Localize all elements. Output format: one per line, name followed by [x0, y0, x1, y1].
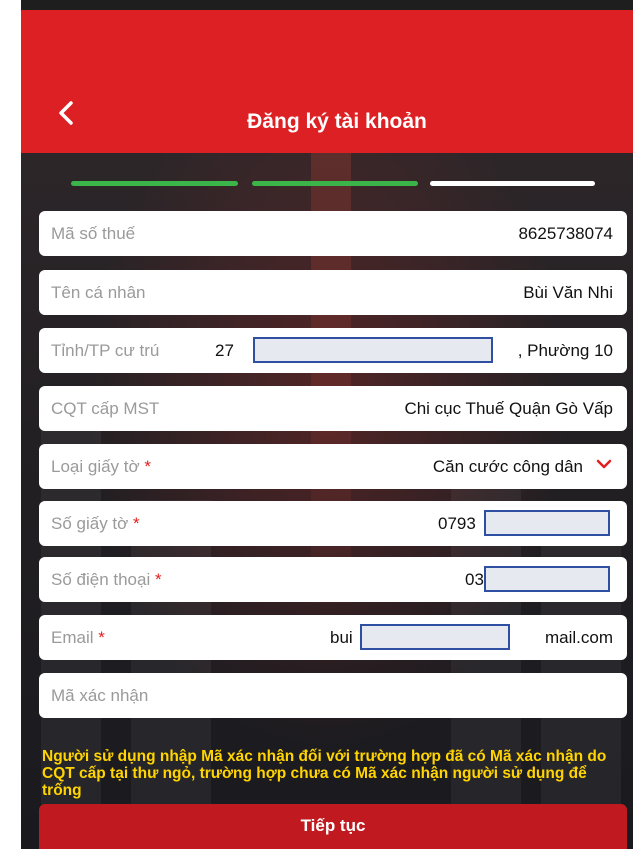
status-bar	[21, 0, 633, 10]
progress-step-3	[430, 181, 595, 186]
residence-value-prefix: 27	[215, 341, 234, 360]
tax-office-label: CQT cấp MST	[51, 399, 160, 418]
required-mark: *	[154, 570, 162, 589]
phone-label: Số điện thoại *	[51, 570, 162, 589]
personal-name-value: Bùi Văn Nhi	[523, 283, 613, 302]
document-number-field[interactable]: Số giấy tờ * 0793	[39, 501, 627, 546]
redaction-box	[253, 337, 493, 363]
continue-button[interactable]: Tiếp tục	[39, 804, 627, 849]
required-mark: *	[133, 514, 140, 533]
progress-step-2	[252, 181, 418, 186]
personal-name-field[interactable]: Tên cá nhân Bùi Văn Nhi	[39, 270, 627, 315]
phone-field[interactable]: Số điện thoại * 03	[39, 557, 627, 602]
document-number-value-prefix: 0793	[438, 514, 476, 533]
residence-value-suffix: , Phường 10	[517, 341, 613, 360]
document-type-value: Căn cước công dân	[432, 457, 583, 476]
personal-name-label: Tên cá nhân	[51, 283, 146, 302]
email-field[interactable]: Email * bui mail.com	[39, 615, 627, 660]
redaction-box	[484, 566, 610, 592]
redaction-box	[360, 624, 510, 650]
app-header: Đăng ký tài khoản	[21, 10, 633, 153]
tax-office-field[interactable]: CQT cấp MST Chi cục Thuế Quận Gò Vấp	[39, 386, 627, 431]
verification-code-note: Người sử dụng nhập Mã xác nhận đối với t…	[42, 748, 607, 799]
email-label: Email *	[51, 628, 105, 647]
tax-code-field[interactable]: Mã số thuế 8625738074	[39, 211, 627, 256]
email-value-suffix: mail.com	[544, 628, 613, 647]
residence-field[interactable]: Tỉnh/TP cư trú 27 , Phường 10	[39, 328, 627, 373]
chevron-down-icon	[596, 459, 612, 469]
page-title: Đăng ký tài khoản	[247, 110, 427, 133]
tax-code-label: Mã số thuế	[51, 224, 136, 243]
document-number-label: Số giấy tờ *	[51, 514, 140, 533]
document-type-label: Loại giấy tờ *	[51, 457, 152, 476]
phone-value-prefix: 03	[465, 570, 484, 589]
phone-screen: Đăng ký tài khoản Mã số thuế 8625738074 …	[21, 0, 633, 849]
email-value-prefix: bui	[330, 628, 353, 647]
redaction-box	[484, 510, 610, 536]
tax-code-value: 8625738074	[518, 224, 613, 243]
verification-code-label: Mã xác nhận	[51, 686, 149, 705]
progress-step-1	[71, 181, 238, 186]
verification-code-input[interactable]: Mã xác nhận	[39, 673, 627, 718]
document-type-select[interactable]: Loại giấy tờ * Căn cước công dân	[39, 444, 627, 489]
residence-label: Tỉnh/TP cư trú	[51, 341, 160, 360]
required-mark: *	[98, 628, 105, 647]
tax-office-value: Chi cục Thuế Quận Gò Vấp	[404, 399, 613, 418]
required-mark: *	[144, 457, 152, 476]
